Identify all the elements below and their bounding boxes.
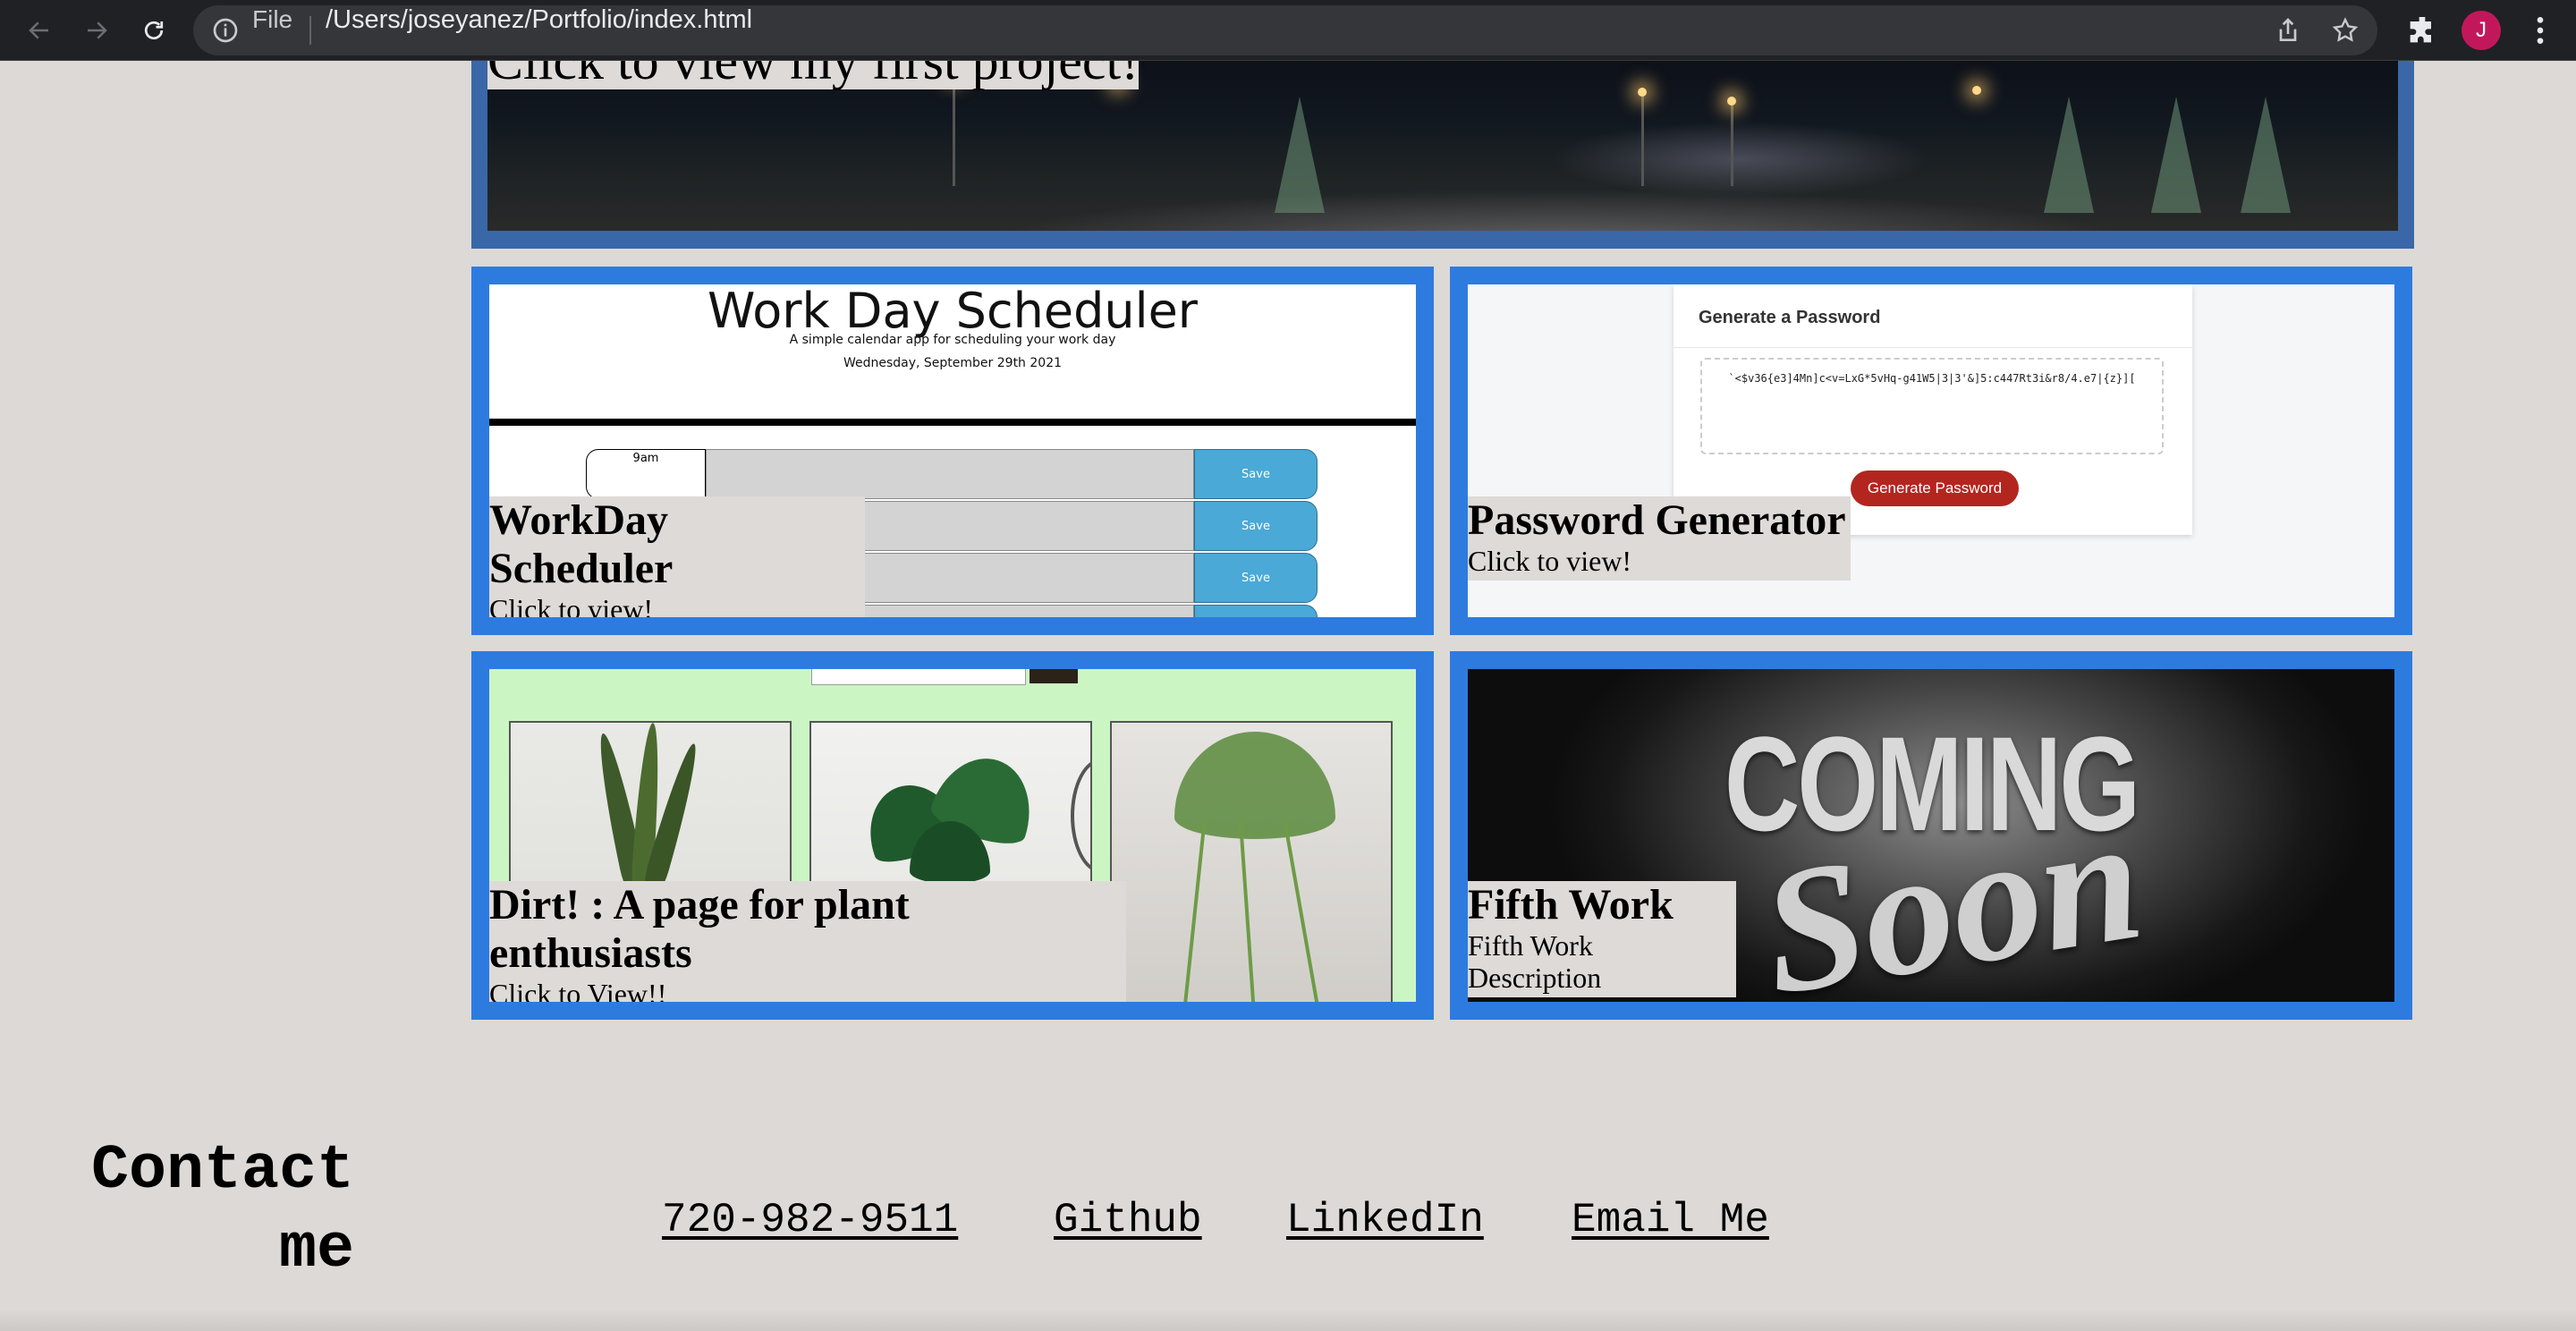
scheduler-subtitle: A simple calendar app for scheduling you… [789, 333, 1116, 347]
scheduler-screenshot: Work Day Scheduler A simple calendar app… [489, 284, 1416, 617]
street-lamp [1638, 88, 1647, 97]
project-card-4[interactable]: Dirt! : A page for plant enthusiasts Cli… [471, 651, 1434, 1020]
back-button[interactable] [18, 9, 61, 52]
save-button: Save [1194, 449, 1318, 499]
save-button: Save [1194, 553, 1318, 603]
wall-mirror [1071, 759, 1090, 873]
generate-password-button: Generate Password [1851, 471, 2019, 506]
url-text[interactable]: /Users/joseyanez/Portfolio/index.html [326, 5, 752, 35]
lamp-pole [1641, 88, 1644, 186]
browser-toolbar: File /Users/joseyanez/Portfolio/index.ht… [0, 0, 2576, 61]
github-link[interactable]: Github [1054, 1197, 1202, 1243]
panel-divider [1674, 347, 2192, 348]
lamp-pole [1731, 97, 1733, 186]
project-description[interactable]: Click to view! [489, 593, 861, 617]
tree [1275, 97, 1325, 213]
event-textarea [706, 449, 1194, 499]
project-description[interactable]: Fifth Work Description [1468, 929, 1733, 994]
contact-heading-line1: Contact [90, 1136, 354, 1207]
scheduler-title: Work Day Scheduler [707, 284, 1199, 339]
project-title[interactable]: Click to view my first project! [487, 61, 1139, 89]
info-icon[interactable] [211, 16, 240, 45]
tree [2241, 97, 2291, 213]
vine [1182, 821, 1207, 1002]
reload-icon [144, 21, 164, 40]
project-card-5[interactable]: COMING Soon Fifth Work Fifth Work Descri… [1450, 651, 2412, 1020]
project-title[interactable]: Fifth Work [1468, 881, 1733, 929]
coming-soon-image: COMING Soon Fifth Work Fifth Work Descri… [1468, 669, 2394, 1002]
email-link[interactable]: Email Me [1572, 1197, 1769, 1243]
scheme-label: File [252, 5, 293, 33]
project-caption[interactable]: Click to view my first project! [487, 61, 1140, 89]
leaf [1174, 732, 1335, 839]
share-icon[interactable] [2274, 16, 2302, 45]
project-description[interactable]: Click to View!! [489, 978, 1123, 1002]
arrow-right-icon [88, 21, 107, 39]
hour-label: 9am [586, 449, 706, 499]
save-button: Save [1194, 501, 1318, 551]
more-menu-icon[interactable] [2522, 11, 2558, 50]
password-heading: Generate a Password [1699, 308, 1881, 327]
tree [2151, 97, 2201, 213]
plant-photo-spider [1110, 721, 1393, 1002]
address-divider [309, 16, 311, 45]
project-description[interactable]: Click to view! [1468, 545, 1847, 577]
portfolio-page: Click to view my first project! Work Day… [0, 61, 2576, 1331]
vine [1283, 822, 1320, 1002]
project-caption[interactable]: Dirt! : A page for plant enthusiasts Cli… [489, 881, 1126, 1002]
reload-button[interactable] [132, 9, 175, 52]
linkedin-link[interactable]: LinkedIn [1286, 1197, 1484, 1243]
project-caption[interactable]: Fifth Work Fifth Work Description [1468, 881, 1736, 997]
extensions-puzzle-icon[interactable] [2404, 13, 2440, 48]
scheduler-divider [489, 419, 1416, 426]
project-title[interactable]: WorkDay Scheduler [489, 496, 861, 593]
vine [1238, 821, 1258, 1002]
phone-link[interactable]: 720-982-9511 [662, 1197, 958, 1243]
project-caption[interactable]: WorkDay Scheduler Click to view! [489, 496, 865, 617]
street-lamp [1972, 86, 1981, 95]
tree [2044, 97, 2094, 213]
password-generator-screenshot: Generate a Password `<$v36{e3]4Mn]c<v=Lx… [1468, 284, 2394, 617]
address-bar[interactable]: File /Users/joseyanez/Portfolio/index.ht… [193, 5, 2377, 55]
footer-shadow [0, 1310, 2576, 1331]
project-card-1[interactable]: Click to view my first project! [471, 61, 2414, 249]
contact-heading-line2: me [278, 1215, 354, 1285]
forward-button[interactable] [75, 9, 118, 52]
profile-avatar[interactable]: J [2462, 11, 2501, 50]
save-button [1194, 605, 1318, 617]
bookmark-star-icon[interactable] [2331, 16, 2360, 45]
search-button [1030, 669, 1078, 683]
project-card-3[interactable]: Generate a Password `<$v36{e3]4Mn]c<v=Lx… [1450, 267, 2412, 635]
dirt-screenshot: Dirt! : A page for plant enthusiasts Cli… [489, 669, 1416, 1002]
password-output: `<$v36{e3]4Mn]c<v=LxG*5vHq-g41W5|3|3'&]5… [1700, 358, 2164, 454]
project-card-2[interactable]: Work Day Scheduler A simple calendar app… [471, 267, 1434, 635]
contact-heading: Contact me [0, 1132, 354, 1290]
search-field [811, 669, 1026, 685]
time-block-row: 9am Save [586, 449, 1319, 499]
street-lamp [1727, 97, 1736, 106]
project-title[interactable]: Dirt! : A page for plant enthusiasts [489, 881, 1123, 978]
project-title[interactable]: Password Generator [1468, 496, 1847, 545]
project-caption[interactable]: Password Generator Click to view! [1468, 496, 1851, 581]
scheduler-date: Wednesday, September 29th 2021 [843, 356, 1063, 370]
arrow-left-icon [29, 21, 48, 39]
